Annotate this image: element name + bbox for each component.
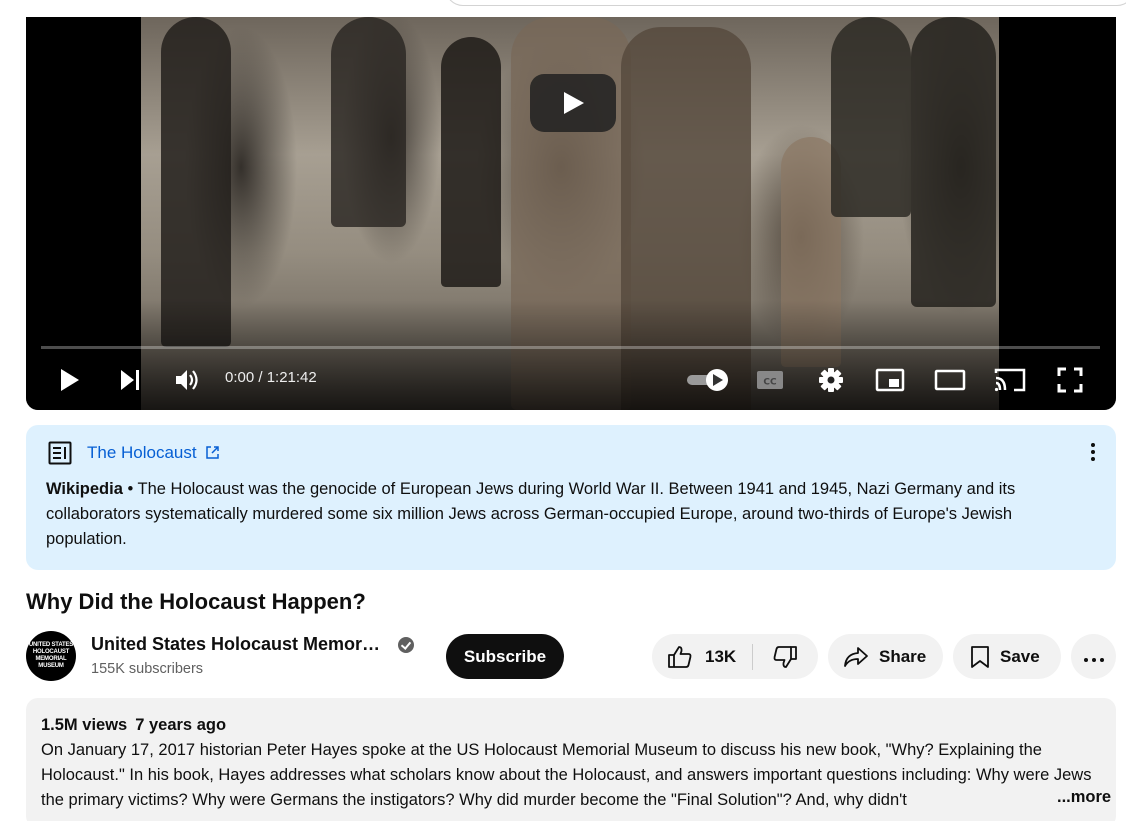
share-icon xyxy=(844,646,868,667)
miniplayer-button[interactable] xyxy=(873,362,907,398)
description-text: On January 17, 2017 historian Peter Haye… xyxy=(41,741,1092,809)
cast-icon xyxy=(994,368,1026,392)
thumbs-up-icon xyxy=(668,645,692,668)
next-icon xyxy=(121,370,139,390)
upload-date: 7 years ago xyxy=(135,716,227,734)
dislike-button[interactable] xyxy=(753,634,817,679)
captions-icon: CC xyxy=(757,371,783,389)
miniplayer-icon xyxy=(875,368,905,392)
play-icon xyxy=(61,369,79,391)
next-button[interactable] xyxy=(114,362,146,398)
info-panel-separator: • xyxy=(122,480,138,498)
channel-avatar[interactable]: UNITED STATES HOLOCAUST MEMORIAL MUSEUM xyxy=(26,631,76,681)
video-player[interactable]: 0:00 / 1:21:42 CC xyxy=(26,17,1116,410)
big-play-button[interactable] xyxy=(530,74,616,132)
description-box[interactable]: 1.5M views 7 years ago On January 17, 201… xyxy=(26,698,1116,821)
subscriber-count: 155K subscribers xyxy=(91,661,204,677)
search-bar-edge[interactable] xyxy=(445,0,1126,6)
external-link-icon[interactable] xyxy=(205,445,220,460)
save-button[interactable]: Save xyxy=(953,634,1061,679)
cast-button[interactable] xyxy=(992,362,1028,398)
theater-mode-button[interactable] xyxy=(932,362,968,398)
save-label: Save xyxy=(1000,646,1040,666)
theater-icon xyxy=(934,369,966,391)
autoplay-toggle[interactable] xyxy=(684,362,732,398)
svg-text:CC: CC xyxy=(763,378,777,388)
video-title: Why Did the Holocaust Happen? xyxy=(26,589,366,614)
subscribe-button[interactable]: Subscribe xyxy=(446,634,564,679)
play-button[interactable] xyxy=(54,362,86,398)
info-panel-source: Wikipedia xyxy=(46,480,123,498)
bookmark-icon xyxy=(971,645,989,668)
more-actions-button[interactable] xyxy=(1071,634,1116,679)
like-button[interactable]: 13K xyxy=(652,634,752,679)
volume-icon xyxy=(176,370,198,390)
verified-badge-icon xyxy=(398,637,414,653)
like-dislike-group: 13K xyxy=(652,634,818,679)
channel-name[interactable]: United States Holocaust Memor… xyxy=(91,634,380,655)
article-icon xyxy=(48,441,72,465)
captions-button[interactable]: CC xyxy=(753,362,787,398)
view-count: 1.5M views xyxy=(41,716,128,734)
thumbs-down-icon xyxy=(773,645,797,668)
time-display: 0:00 / 1:21:42 xyxy=(225,369,317,386)
info-panel: The Holocaust Wikipedia • The Holocaust … xyxy=(26,425,1116,570)
show-more-button[interactable]: ...more xyxy=(1043,788,1112,807)
settings-button[interactable] xyxy=(814,362,848,398)
share-button[interactable]: Share xyxy=(828,634,943,679)
fullscreen-button[interactable] xyxy=(1053,362,1087,398)
gear-icon xyxy=(819,368,843,392)
volume-button[interactable] xyxy=(171,362,203,398)
info-panel-title-link[interactable]: The Holocaust xyxy=(87,443,197,463)
share-label: Share xyxy=(879,646,927,666)
progress-bar[interactable] xyxy=(41,346,1100,349)
info-panel-text: Wikipedia • The Holocaust was the genoci… xyxy=(46,477,1096,552)
info-panel-body: The Holocaust was the genocide of Europe… xyxy=(46,480,1016,548)
autoplay-toggle-icon xyxy=(687,369,728,391)
fullscreen-icon xyxy=(1057,367,1083,393)
info-panel-menu-button[interactable] xyxy=(1084,441,1102,463)
description-meta: 1.5M views 7 years ago xyxy=(41,716,226,735)
like-count: 13K xyxy=(705,646,737,666)
more-horizontal-icon xyxy=(1082,647,1106,667)
